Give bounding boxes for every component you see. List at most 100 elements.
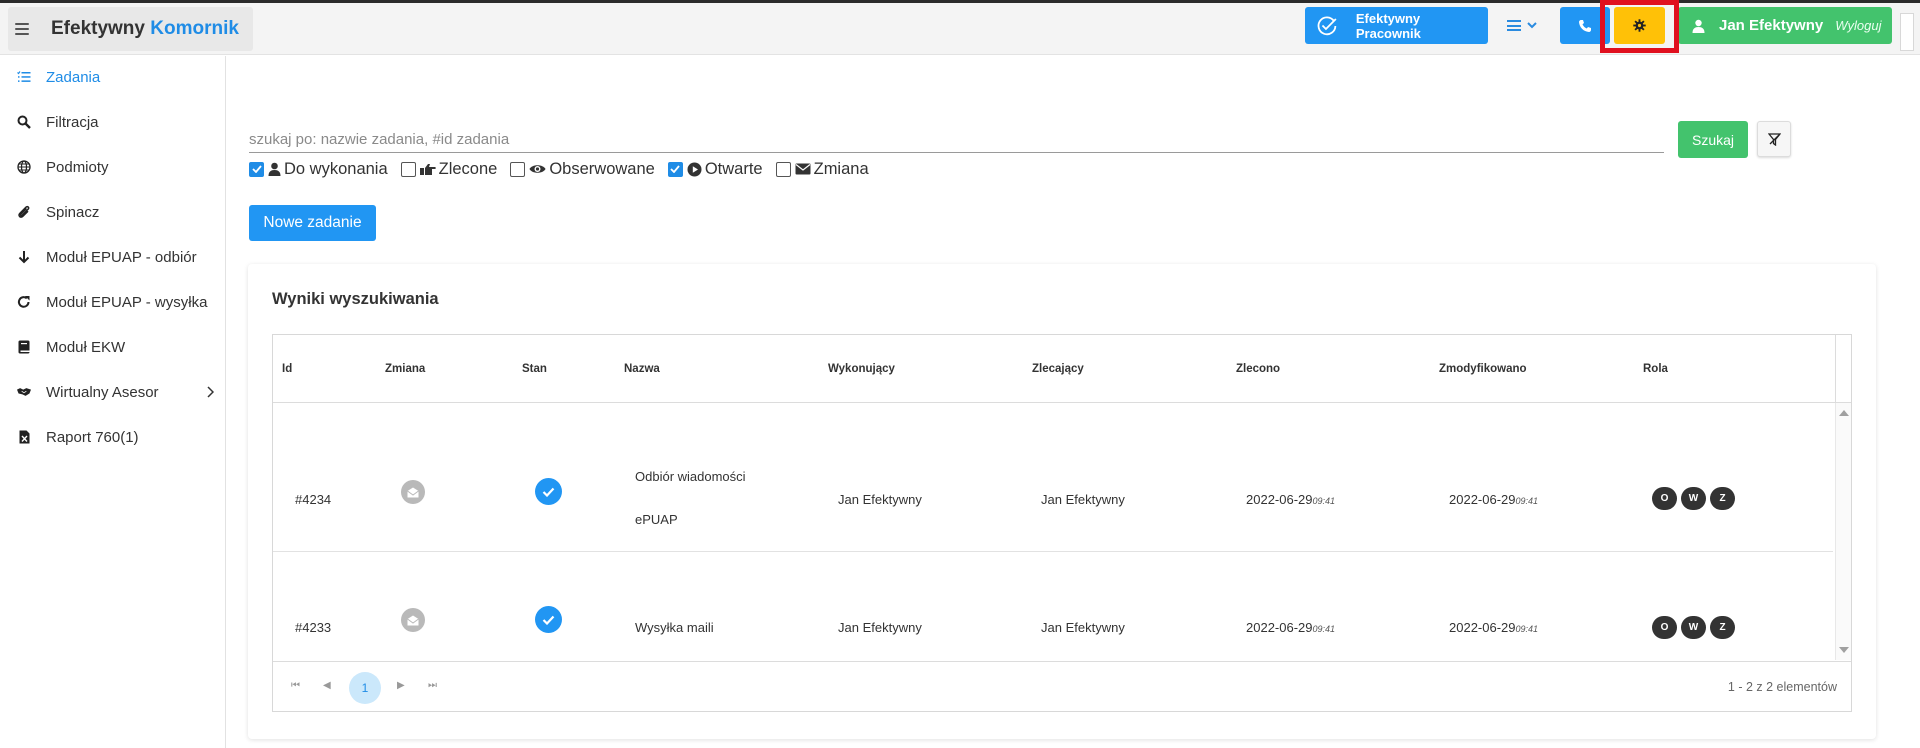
hamburger-menu-icon[interactable] [15,23,29,35]
clear-filters-button[interactable] [1757,121,1791,157]
cell-modified: 2022-06-2909:41 [1449,492,1539,507]
new-task-button[interactable]: Nowe zadanie [249,205,376,241]
phone-icon [1579,19,1591,32]
sidebar-item-zadania[interactable]: Zadania [0,59,226,95]
column-header-rola[interactable]: Rola [1643,363,1668,375]
envelope-open-icon [401,480,425,504]
paperclip-icon [17,205,31,219]
cell-ordered: 2022-06-2909:41 [1246,620,1336,635]
scroll-up-arrow-icon[interactable] [1839,410,1849,416]
user-name: Jan Efektywny [1719,17,1824,34]
checkbox-checked[interactable] [667,161,683,177]
play-circle-icon [687,162,702,177]
role-badge-w: W [1681,616,1706,639]
eye-icon [529,163,546,175]
first-page-icon[interactable]: ⏮ [291,680,300,691]
filter-do-wykonania[interactable]: Do wykonania [249,160,388,179]
filter-zmiana[interactable]: Zmiana [775,160,869,179]
last-page-icon[interactable]: ⏭ [428,680,437,691]
sidebar-item-label: Zadania [46,68,101,86]
scroll-down-arrow-icon[interactable] [1839,647,1849,653]
apps-menu-dropdown[interactable] [1496,7,1548,44]
user-icon [268,162,281,176]
grid-vertical-scrollbar[interactable] [1835,403,1851,660]
sidebar-item-label: Moduł EPUAP - wysyłka [46,293,208,311]
sidebar-item-epuap-wysylka[interactable]: Moduł EPUAP - wysyłka [0,284,226,320]
checkbox-unchecked[interactable] [510,161,526,177]
table-row[interactable]: #4233 Wysyłka maili Jan Efektywny Jan Ef… [273,552,1833,660]
page-scrollbar[interactable] [1900,13,1914,51]
checkbox-checked[interactable] [249,161,264,177]
cell-assigner: Jan Efektywny [1041,492,1125,507]
pager-info: 1 - 2 z 2 elementów [1727,680,1837,694]
employee-app-button[interactable]: Efektywny Pracownik [1305,7,1488,44]
sidebar-item-epuap-odbior[interactable]: Moduł EPUAP - odbiór [0,239,226,275]
column-header-zlecono[interactable]: Zlecono [1236,363,1280,375]
column-header-zlecajacy[interactable]: Zlecający [1032,363,1084,375]
checkbox-unchecked[interactable] [775,161,791,177]
handshake-icon [17,385,31,399]
sidebar-item-label: Moduł EPUAP - odbiór [46,248,197,266]
globe-icon [17,160,31,174]
role-badge-w: W [1681,487,1706,510]
column-header-id[interactable]: Id [282,363,292,375]
sidebar-item-label: Podmioty [46,158,109,176]
user-icon [1692,19,1705,33]
role-badge-z: Z [1710,616,1735,639]
employee-app-label: Efektywny Pracownik [1355,10,1421,41]
user-account-button[interactable]: Jan Efektywny Wyloguj [1678,7,1892,44]
sidebar-item-raport[interactable]: Raport 760(1) [0,419,226,455]
cell-id: #4234 [295,492,332,507]
search-field [249,123,1664,153]
book-icon [17,340,31,354]
sidebar-item-filtracja[interactable]: Filtracja [0,104,226,140]
cell-name[interactable]: Wysyłka maili [635,620,714,635]
brand-logo[interactable]: Efektywny Komornik [51,18,239,40]
filter-clear-icon [1767,132,1781,146]
cell-executor: Jan Efektywny [838,492,922,507]
column-header-zmiana[interactable]: Zmiana [385,363,425,375]
cell-assigner: Jan Efektywny [1041,620,1125,635]
results-title: Wyniki wyszukiwania [272,290,439,308]
role-badge-o: O [1652,616,1677,639]
sidebar-item-wirtualny-asesor[interactable]: Wirtualny Asesor [0,374,226,410]
results-card: Wyniki wyszukiwania Id Zmiana Stan Nazwa… [248,264,1876,739]
checkbox-unchecked[interactable] [400,161,416,177]
previous-page-icon[interactable]: ◀ [323,680,331,691]
sidebar-item-label: Spinacz [46,203,100,221]
search-input[interactable] [249,123,1664,151]
role-badge-z: Z [1710,487,1735,510]
sidebar-item-ekw[interactable]: Moduł EKW [0,329,226,365]
envelope-open-icon [401,608,425,632]
filter-zlecone[interactable]: Zlecone [400,160,497,179]
brand-box: Efektywny Komornik [8,7,253,51]
logout-link[interactable]: Wyloguj [1835,18,1881,33]
column-header-zmodyfikowano[interactable]: Zmodyfikowano [1439,363,1527,375]
arrow-down-icon [17,250,31,264]
sidebar-item-spinacz[interactable]: Spinacz [0,194,226,230]
filter-obserwowane[interactable]: Obserwowane [510,160,655,179]
next-page-icon[interactable]: ▶ [397,680,405,691]
cell-executor: Jan Efektywny [838,620,922,635]
cell-modified: 2022-06-2909:41 [1449,620,1539,635]
table-row[interactable]: #4234 Odbiór wiadomości ePUAP Jan Efekty… [273,403,1833,552]
grid-header: Id Zmiana Stan Nazwa Wykonujący Zlecając… [273,335,1851,403]
cell-name-line1: Odbiór wiadomości [635,469,746,484]
filter-otwarte[interactable]: Otwarte [667,160,763,179]
redo-icon [17,295,31,309]
filter-label: Do wykonania [284,159,388,178]
sidebar-item-label: Filtracja [46,113,99,131]
sidebar-item-podmioty[interactable]: Podmioty [0,149,226,185]
role-badges: O W Z [1652,487,1735,510]
current-page-button[interactable]: 1 [349,672,381,704]
cell-name[interactable]: Odbiór wiadomości ePUAP [635,469,746,527]
column-header-stan[interactable]: Stan [522,363,547,375]
hand-pointing-icon [419,163,436,176]
column-header-nazwa[interactable]: Nazwa [624,363,660,375]
filter-checkboxes: Do wykonania Zlecone Obserwowane Otwarte… [249,158,882,180]
column-header-wykonujacy[interactable]: Wykonujący [828,363,895,375]
cell-id: #4233 [295,620,332,635]
check-circle-outline-icon [1317,16,1337,35]
role-badge-o: O [1652,487,1677,510]
search-button[interactable]: Szukaj [1678,121,1748,158]
